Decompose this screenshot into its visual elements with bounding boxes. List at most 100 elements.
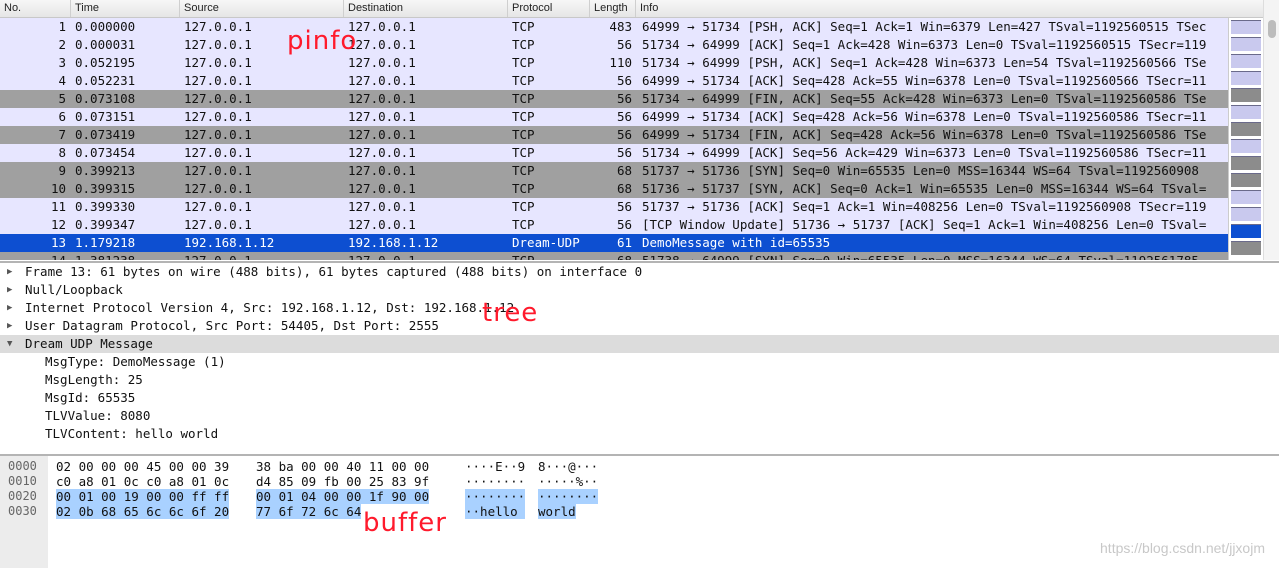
ascii-bytes[interactable]: ········ [465, 489, 526, 504]
packet-length: 56 [616, 73, 632, 88]
packet-destination: 127.0.0.1 [348, 37, 416, 52]
packet-row[interactable]: 8 0.073454 127.0.0.1 127.0.0.1 TCP 56 51734 → … [0, 144, 1228, 162]
column-header-destination[interactable]: Destination [344, 0, 508, 17]
expanded-triangle-icon[interactable]: ▼ [7, 335, 12, 353]
hex-bytes[interactable]: 38 ba 00 00 40 11 00 00 [256, 459, 429, 474]
packet-row-selected[interactable]: 13 1.179218 192.168.1.12 192.168.1.12 Dream-… [0, 234, 1228, 252]
hex-bytes[interactable]: 77 6f 72 6c 64 [256, 504, 362, 519]
packet-protocol: TCP [512, 163, 535, 178]
packet-row[interactable]: 7 0.073419 127.0.0.1 127.0.0.1 TCP 56 64999 → … [0, 126, 1228, 144]
tree-field[interactable]: MsgId: 65535 [0, 389, 1279, 407]
packet-time: 0.399330 [75, 199, 136, 214]
column-header-source[interactable]: Source [180, 0, 344, 17]
minimap-mark [1231, 105, 1261, 119]
packet-length: 56 [616, 199, 632, 214]
ascii-bytes[interactable]: ········ [538, 489, 599, 504]
packet-destination: 127.0.0.1 [348, 109, 416, 124]
tree-node-label: Frame 13: 61 bytes on wire (488 bits), 6… [25, 264, 643, 279]
packet-protocol: TCP [512, 145, 535, 160]
packet-length: 61 [616, 235, 632, 250]
collapsed-triangle-icon[interactable]: ▶ [7, 263, 12, 281]
packet-row[interactable]: 1 0.000000 127.0.0.1 127.0.0.1 TCP 483 64999 →… [0, 18, 1228, 36]
annotation-buffer: buffer [363, 508, 447, 538]
column-header-info[interactable]: Info [636, 0, 1263, 17]
packet-info: 51734 → 64999 [ACK] Seq=1 Ack=428 Win=63… [642, 37, 1207, 52]
packet-protocol: TCP [512, 109, 535, 124]
packet-row[interactable]: 5 0.073108 127.0.0.1 127.0.0.1 TCP 56 51734 → … [0, 90, 1228, 108]
tree-node[interactable]: ▼ Dream UDP Message [0, 335, 1279, 353]
ascii-bytes[interactable]: ·····%·· [538, 474, 598, 489]
minimap-mark [1231, 122, 1261, 136]
tree-field[interactable]: MsgLength: 25 [0, 371, 1279, 389]
ascii-bytes[interactable]: world [538, 504, 576, 519]
column-header-protocol[interactable]: Protocol [508, 0, 590, 17]
ascii-bytes[interactable]: ··hello [465, 504, 526, 519]
hex-bytes[interactable]: 00 01 00 19 00 00 ff ff [56, 489, 230, 504]
column-header-no[interactable]: No. [0, 0, 71, 17]
packet-row[interactable]: 6 0.073151 127.0.0.1 127.0.0.1 TCP 56 64999 → … [0, 108, 1228, 126]
packet-time: 0.000031 [75, 37, 136, 52]
packet-row[interactable]: 4 0.052231 127.0.0.1 127.0.0.1 TCP 56 64999 → … [0, 72, 1228, 90]
packet-info: 64999 → 51734 [ACK] Seq=428 Ack=55 Win=6… [642, 73, 1207, 88]
packet-list-scrollbar[interactable] [1263, 0, 1279, 260]
packet-row[interactable]: 9 0.399213 127.0.0.1 127.0.0.1 TCP 68 51737 → … [0, 162, 1228, 180]
packet-row[interactable]: 12 0.399347 127.0.0.1 127.0.0.1 TCP 56 [TCP Wi… [0, 216, 1228, 234]
tree-node[interactable]: ▶ Internet Protocol Version 4, Src: 192.1… [0, 299, 1279, 317]
packet-row[interactable]: 14 1.381238 127.0.0.1 127.0.0.1 TCP68 51738 →… [0, 252, 1228, 260]
packet-protocol: TCP [512, 181, 535, 196]
packet-no: 2 [58, 37, 66, 52]
packet-time: 0.073419 [75, 127, 136, 142]
packet-destination: 127.0.0.1 [348, 145, 416, 160]
packet-length: 56 [616, 127, 632, 142]
packet-no: 10 [50, 181, 66, 196]
hex-bytes[interactable]: d4 85 09 fb 00 25 83 9f [256, 474, 429, 489]
minimap-mark [1231, 173, 1261, 187]
collapsed-triangle-icon[interactable]: ▶ [7, 281, 12, 299]
packet-bytes-pane[interactable]: 0000 0010 0020 0030 02 00 00 00 45 00 00 39… [0, 454, 1279, 568]
tree-field[interactable]: TLVValue: 8080 [0, 407, 1279, 425]
ascii-bytes[interactable]: 8···@··· [538, 459, 598, 474]
packet-row[interactable]: 2 0.000031 127.0.0.1 127.0.0.1 TCP 56 51734 → … [0, 36, 1228, 54]
tree-field[interactable]: TLVContent: hello world [0, 425, 1279, 443]
tree-node[interactable]: ▶ Null/Loopback [0, 281, 1279, 299]
packet-no: 6 [58, 109, 66, 124]
column-header-time[interactable]: Time [71, 0, 180, 17]
packet-minimap[interactable] [1228, 18, 1263, 260]
packet-no: 14 [0, 252, 66, 260]
hex-bytes[interactable]: 02 00 00 00 45 00 00 39 [56, 459, 229, 474]
packet-info: 64999 → 51734 [PSH, ACK] Seq=1 Ack=1 Win… [642, 19, 1207, 34]
minimap-mark [1231, 190, 1261, 204]
packet-time: 1.179218 [75, 235, 136, 250]
tree-field[interactable]: MsgType: DemoMessage (1) [0, 353, 1279, 371]
ascii-bytes[interactable]: ····E··9 [465, 459, 525, 474]
offset-column: 0000 0010 0020 0030 [0, 456, 48, 568]
packet-info: [TCP Window Update] 51736 → 51737 [ACK] … [642, 217, 1207, 232]
packet-time: 0.399347 [75, 217, 136, 232]
column-header-length[interactable]: Length [590, 0, 636, 17]
packet-source: 127.0.0.1 [184, 145, 252, 160]
byte-offset: 0030 [8, 504, 37, 518]
packet-time: 0.052195 [75, 55, 136, 70]
packet-detail-tree[interactable]: ▶ Frame 13: 61 bytes on wire (488 bits), … [0, 261, 1279, 456]
minimap-mark [1231, 37, 1261, 51]
collapsed-triangle-icon[interactable]: ▶ [7, 317, 12, 335]
packet-row[interactable]: 11 0.399330 127.0.0.1 127.0.0.1 TCP 56 51737 →… [0, 198, 1228, 216]
packet-list[interactable]: No. Time Source Destination Protocol Len… [0, 0, 1263, 260]
packet-length: 68 [616, 163, 632, 178]
packet-length: 68 [590, 252, 632, 260]
hex-bytes[interactable]: 02 0b 68 65 6c 6c 6f 20 [56, 504, 230, 519]
minimap-mark [1231, 88, 1261, 102]
hex-bytes[interactable]: c0 a8 01 0c c0 a8 01 0c [56, 474, 229, 489]
tree-node[interactable]: ▶ User Datagram Protocol, Src Port: 54405… [0, 317, 1279, 335]
collapsed-triangle-icon[interactable]: ▶ [7, 299, 12, 317]
packet-no: 3 [58, 55, 66, 70]
packet-no: 8 [58, 145, 66, 160]
ascii-bytes[interactable]: ········ [465, 474, 525, 489]
hex-bytes[interactable]: 00 01 04 00 00 1f 90 00 [256, 489, 430, 504]
tree-node[interactable]: ▶ Frame 13: 61 bytes on wire (488 bits), … [0, 263, 1279, 281]
scroll-thumb[interactable] [1268, 20, 1276, 38]
packet-time: 0.399213 [75, 163, 136, 178]
packet-source: 127.0.0.1 [184, 163, 252, 178]
packet-row[interactable]: 10 0.399315 127.0.0.1 127.0.0.1 TCP 68 51736 →… [0, 180, 1228, 198]
packet-row[interactable]: 3 0.052195 127.0.0.1 127.0.0.1 TCP 110 51734 →… [0, 54, 1228, 72]
